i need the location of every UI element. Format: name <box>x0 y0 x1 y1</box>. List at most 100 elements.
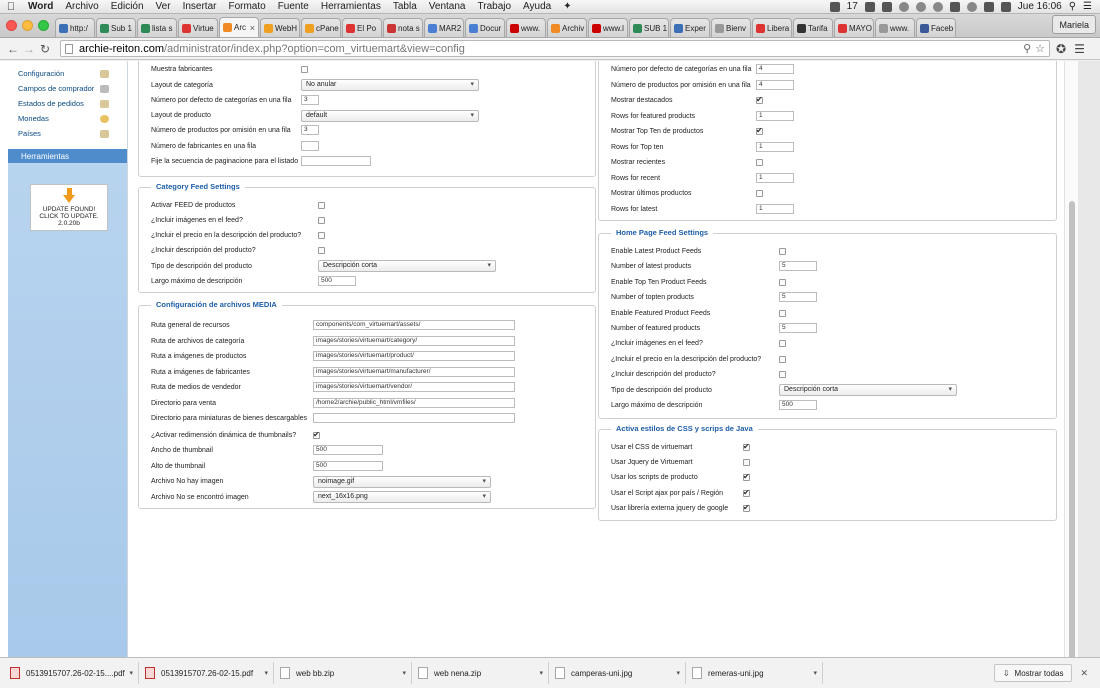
back-icon[interactable]: ← <box>6 42 20 56</box>
row-checkbox[interactable] <box>743 459 750 467</box>
row-checkbox[interactable] <box>756 126 763 135</box>
menu-tabla[interactable]: Tabla <box>387 1 423 12</box>
notification-center-icon[interactable]: ☰ <box>1083 1 1092 12</box>
input-media-path[interactable]: components/com_virtuemart/assets/ <box>313 320 515 330</box>
browser-tab[interactable]: SUB 1 <box>629 18 669 37</box>
input-media-path[interactable] <box>313 413 515 423</box>
profile-button[interactable]: Mariela <box>1052 15 1096 34</box>
dropbox-icon[interactable] <box>864 1 875 12</box>
browser-tab[interactable]: Virtue <box>178 18 218 37</box>
forward-icon[interactable]: → <box>22 42 36 56</box>
download-item[interactable]: web nena.zip ▾ <box>412 662 549 684</box>
sidebar-item-monedas[interactable]: Monedas <box>8 111 127 126</box>
browser-tab[interactable]: MAYO <box>834 18 874 37</box>
browser-tab[interactable]: nota s <box>383 18 423 37</box>
menu-ayuda[interactable]: Ayuda <box>517 1 557 12</box>
input-num-cat-fila[interactable]: 3 <box>301 95 319 105</box>
row-checkbox[interactable] <box>743 488 750 497</box>
menu-ventana[interactable]: Ventana <box>423 1 472 12</box>
input-media-path[interactable]: images/stories/virtuemart/category/ <box>313 335 515 346</box>
browser-tab[interactable]: www.l <box>588 18 628 37</box>
download-menu-icon[interactable]: ▾ <box>676 669 680 677</box>
browser-tab[interactable]: Bienv <box>711 18 751 37</box>
wifi-icon[interactable] <box>966 1 977 12</box>
row-input[interactable]: 1 <box>756 172 794 183</box>
row-input[interactable]: 5 <box>779 261 817 272</box>
select-layout-categoria[interactable]: No anular <box>301 79 479 91</box>
row-checkbox[interactable] <box>779 355 786 363</box>
checkbox-muestra-fabricantes[interactable] <box>301 66 308 73</box>
row-checkbox[interactable] <box>779 340 786 348</box>
row-input[interactable]: 500 <box>779 400 817 410</box>
update-found-button[interactable]: UPDATE FOUND! CLICK TO UPDATE. 2.0.20b <box>30 184 108 231</box>
input-media-path[interactable]: images/stories/virtuemart/manufacturer/ <box>313 366 515 377</box>
checkbox-incluir-imagenes[interactable] <box>318 217 325 224</box>
input-media-path[interactable]: images/stories/virtuemart/vendor/ <box>313 382 515 392</box>
row-input[interactable]: 1 <box>756 110 794 121</box>
sidebar-item-configuracion[interactable]: Configuración <box>8 66 127 81</box>
menu-archivo[interactable]: Archivo <box>59 1 104 12</box>
zoom-icon[interactable]: ⚲ <box>1023 42 1031 55</box>
select-no-hay-imagen[interactable]: noimage.gif <box>313 476 491 488</box>
sync-icon[interactable] <box>915 1 926 12</box>
menu-fuente[interactable]: Fuente <box>272 1 315 12</box>
show-all-downloads-button[interactable]: ⇩ Mostrar todas <box>993 664 1073 682</box>
tab-close-icon[interactable]: × <box>250 23 255 33</box>
menu-ver[interactable]: Ver <box>150 1 177 12</box>
sidebar-item-estados[interactable]: Estados de pedidos <box>8 96 127 111</box>
row-input[interactable]: 5 <box>779 292 817 303</box>
volume-icon[interactable] <box>1000 1 1011 12</box>
sidebar-item-herramientas[interactable]: Herramientas <box>8 149 127 163</box>
row-input[interactable]: 1 <box>756 141 794 152</box>
browser-tab[interactable]: www. <box>875 18 915 37</box>
close-shelf-icon[interactable]: ✕ <box>1080 668 1088 679</box>
minimize-window-button[interactable] <box>22 19 33 31</box>
browser-tab[interactable]: MAR2 <box>424 18 464 37</box>
download-menu-icon[interactable]: ▾ <box>813 669 817 677</box>
reload-icon[interactable]: ↻ <box>38 42 52 56</box>
menu-insertar[interactable]: Insertar <box>177 1 223 12</box>
row-select[interactable]: Descripción corta <box>779 383 957 396</box>
input-num-prod-fila[interactable]: 3 <box>301 125 319 135</box>
eject-icon[interactable] <box>983 1 994 12</box>
menu-trabajo[interactable]: Trabajo <box>472 1 518 12</box>
browser-tab[interactable]: Arc × <box>219 17 259 37</box>
menubar-clock[interactable]: Jue 16:06 <box>1018 1 1062 12</box>
select-tipo-descripcion[interactable]: Descripción corta <box>318 260 496 272</box>
download-menu-icon[interactable]: ▾ <box>129 669 133 677</box>
row-checkbox[interactable] <box>756 159 763 166</box>
row-checkbox[interactable] <box>779 371 786 379</box>
checkbox-redimension[interactable] <box>313 430 320 439</box>
row-input[interactable]: 4 <box>756 64 794 74</box>
clock-icon[interactable] <box>932 1 943 12</box>
row-checkbox[interactable] <box>743 503 750 512</box>
row-checkbox[interactable] <box>779 309 786 317</box>
download-menu-icon[interactable]: ▾ <box>539 669 543 677</box>
sidebar-item-campos[interactable]: Campos de comprador <box>8 81 127 96</box>
bluetooth-icon[interactable] <box>949 1 960 12</box>
download-item[interactable]: camperas-uni.jpg ▾ <box>549 662 686 684</box>
zoom-window-button[interactable] <box>38 19 49 31</box>
download-item[interactable]: web bb.zip ▾ <box>274 662 412 684</box>
checkbox-incluir-descripcion[interactable] <box>318 247 325 254</box>
input-paginacion[interactable] <box>301 156 371 166</box>
browser-tab[interactable]: Faceb <box>916 18 956 37</box>
checkbox-activar-feed[interactable] <box>318 202 325 209</box>
address-bar[interactable]: archie-reiton.com/administrator/index.ph… <box>60 40 1050 57</box>
row-checkbox[interactable] <box>756 95 763 104</box>
select-no-encontro-imagen[interactable]: next_16x16.png <box>313 491 491 503</box>
row-checkbox[interactable] <box>756 190 763 197</box>
browser-tab[interactable]: Archiv <box>547 18 587 37</box>
extension-icon[interactable]: ✪ <box>1056 42 1066 56</box>
sidebar-item-paises[interactable]: Países <box>8 126 127 141</box>
browser-tab[interactable]: Exper <box>670 18 710 37</box>
menu-edicion[interactable]: Edición <box>105 1 150 12</box>
download-menu-icon[interactable]: ▾ <box>402 669 406 677</box>
download-item[interactable]: remeras-uni.jpg ▾ <box>686 662 823 684</box>
input-num-fab-fila[interactable] <box>301 141 319 151</box>
row-checkbox[interactable] <box>743 442 750 451</box>
browser-tab[interactable]: Docur <box>465 18 505 37</box>
browser-tab[interactable]: Tarifa <box>793 18 833 37</box>
chrome-menu-icon[interactable]: ☰ <box>1074 42 1085 56</box>
script-menu-icon[interactable]: ✦ <box>557 1 577 12</box>
